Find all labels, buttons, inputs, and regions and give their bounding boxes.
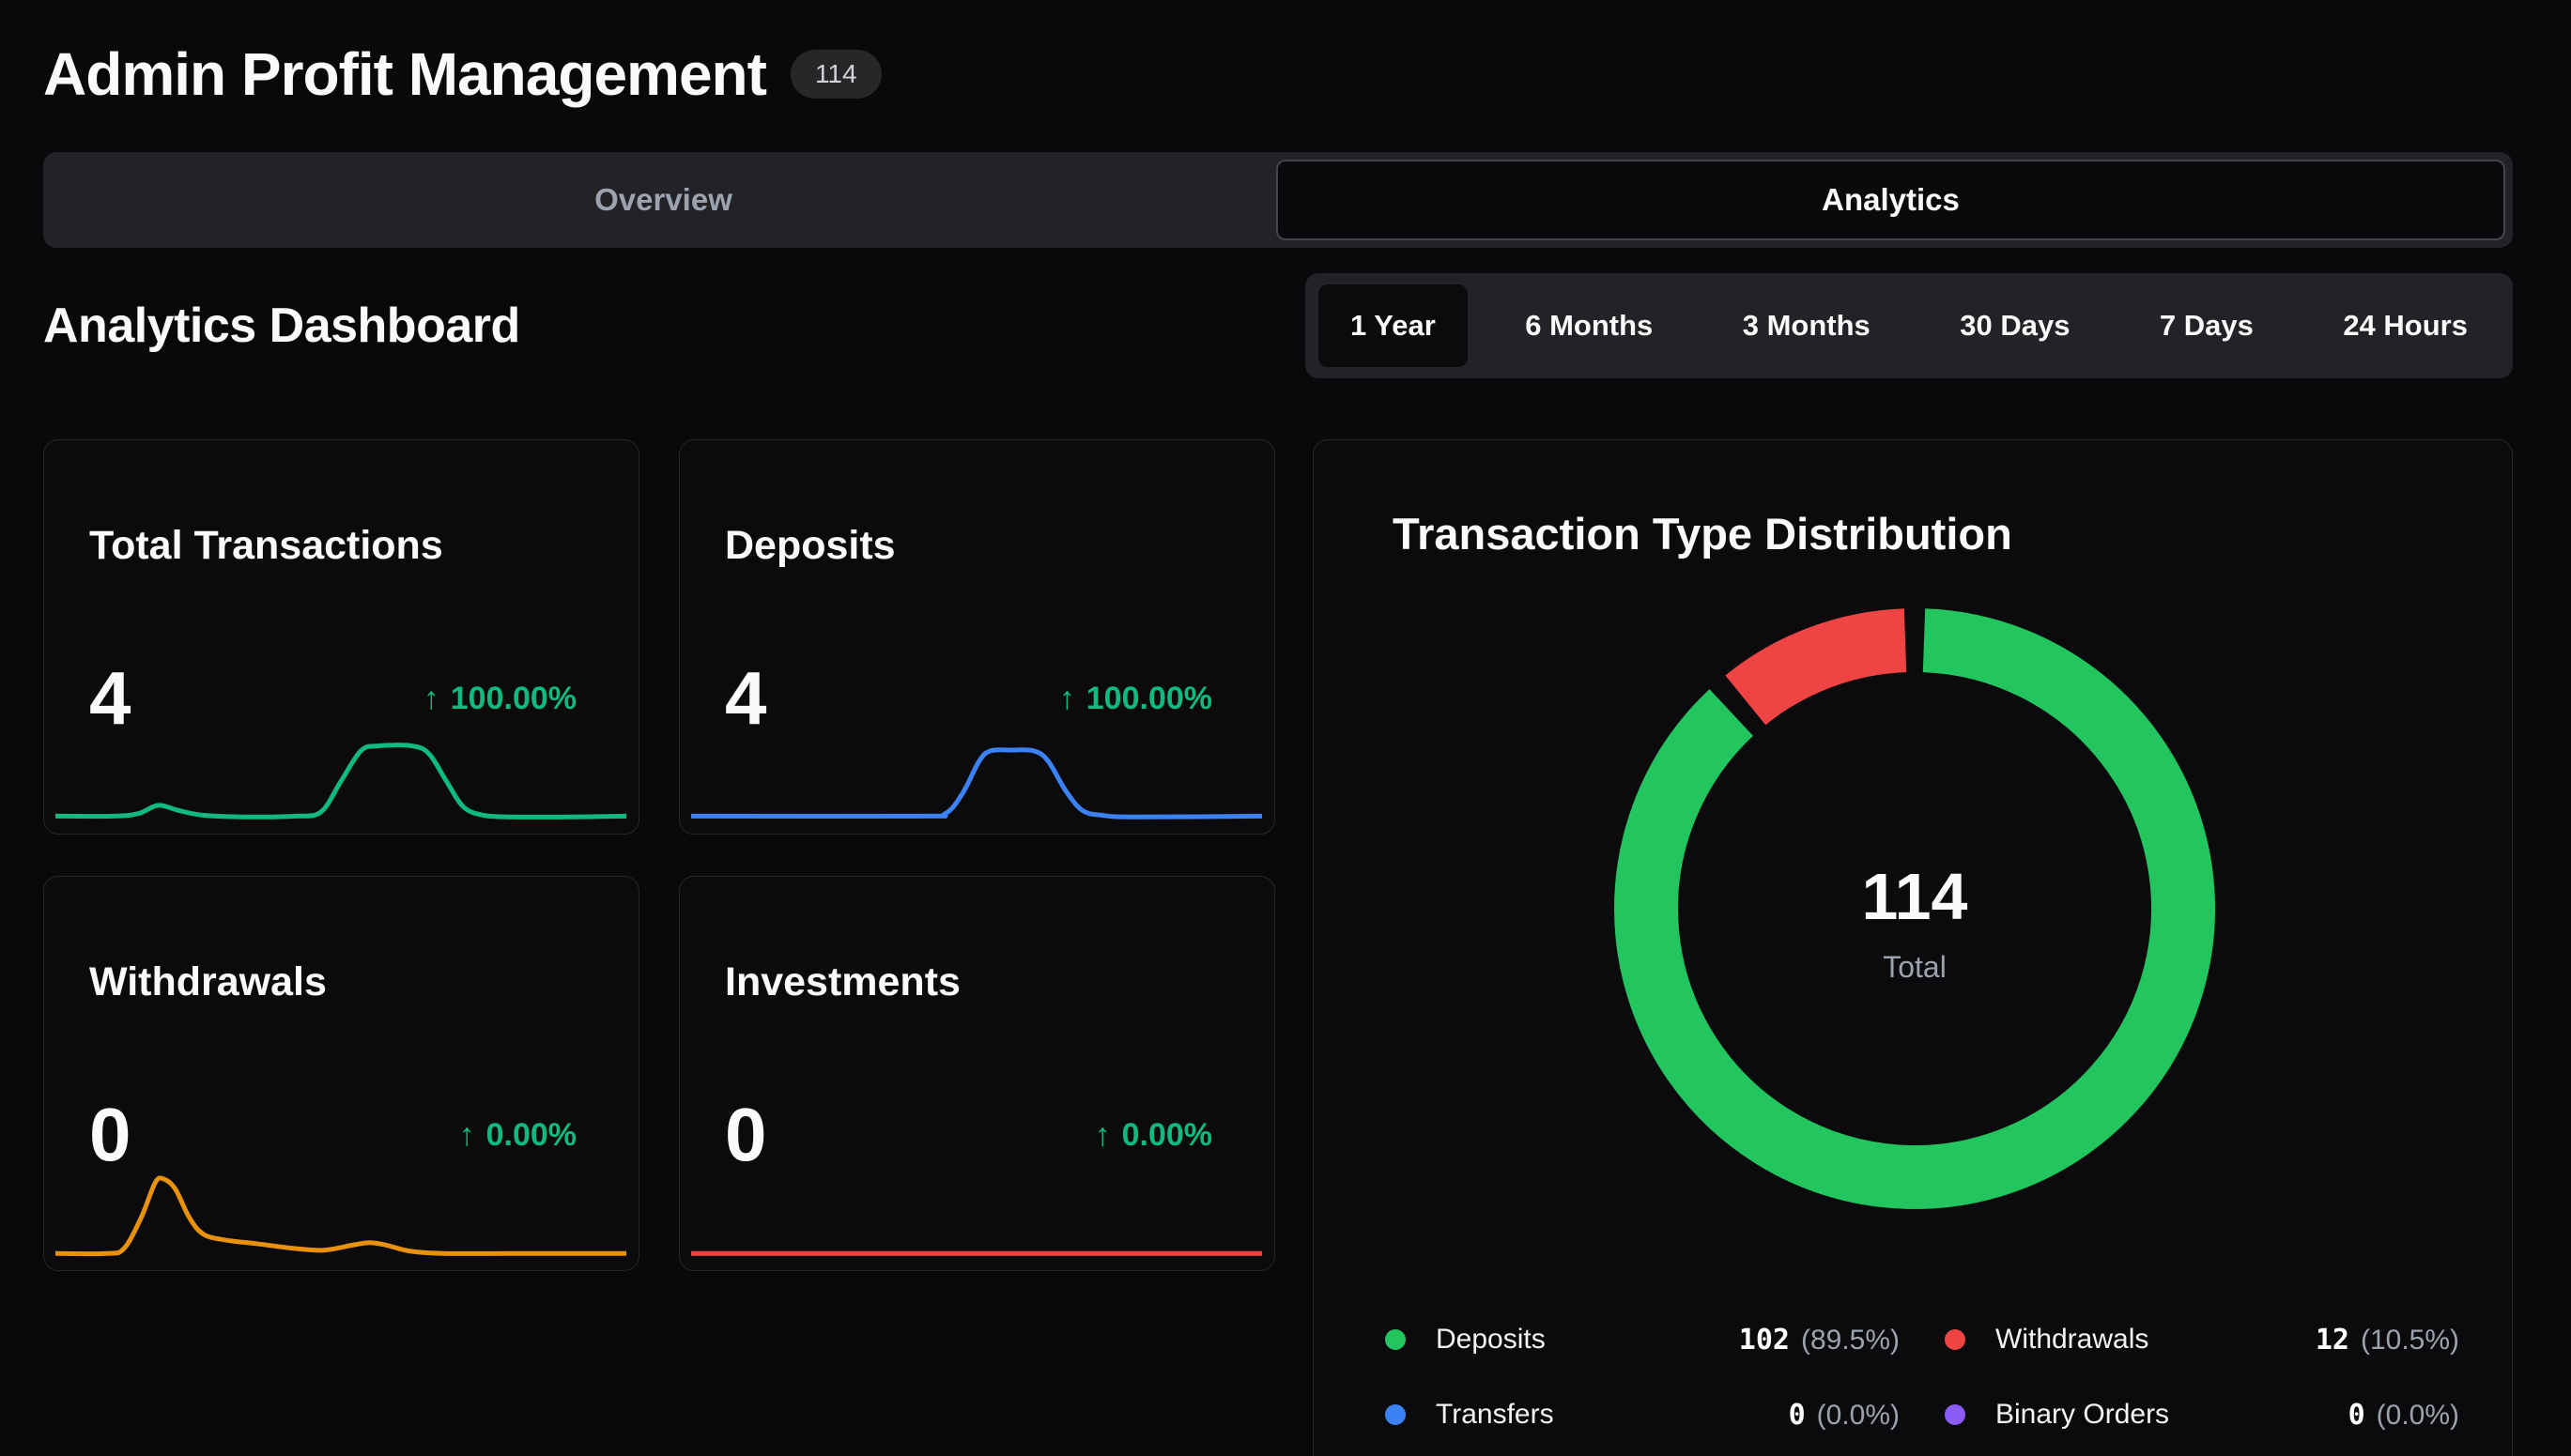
transfers-dot-icon bbox=[1385, 1404, 1406, 1425]
legend-value: 12 bbox=[2316, 1324, 2349, 1356]
legend-item-deposits[interactable]: Deposits 102 (89.5%) bbox=[1385, 1317, 1900, 1362]
card-withdrawals: Withdrawals 0 ↑ 0.00% bbox=[43, 876, 639, 1271]
sparkline-path bbox=[691, 750, 1262, 818]
sparkline-path bbox=[55, 1178, 626, 1254]
stat-title: Deposits bbox=[725, 523, 1229, 569]
stat-title: Total Transactions bbox=[89, 523, 593, 569]
stat-value: 4 bbox=[725, 661, 767, 736]
card-total-transactions: Total Transactions 4 ↑ 100.00% bbox=[43, 439, 639, 835]
donut-chart: 114 Total bbox=[1605, 599, 2225, 1218]
stat-value: 0 bbox=[725, 1097, 767, 1172]
sparkline-chart bbox=[55, 1167, 626, 1261]
stat-change: ↑ 0.00% bbox=[1095, 1117, 1212, 1154]
stat-cards-grid: Total Transactions 4 ↑ 100.00% Deposits … bbox=[43, 439, 1275, 1456]
transaction-distribution-card: Transaction Type Distribution 114 Total … bbox=[1313, 439, 2513, 1456]
donut-segment-withdrawals bbox=[1746, 640, 1905, 700]
binary-orders-dot-icon bbox=[1945, 1404, 1965, 1425]
range-3-months[interactable]: 3 Months bbox=[1711, 284, 1902, 367]
deposits-dot-icon bbox=[1385, 1329, 1406, 1350]
up-arrow-icon: ↑ bbox=[423, 681, 439, 717]
sparkline-path bbox=[55, 745, 626, 818]
donut-total-label: Total bbox=[1605, 950, 2225, 985]
stat-value: 0 bbox=[89, 1097, 131, 1172]
sparkline-chart bbox=[55, 730, 626, 824]
stat-change-pct: 0.00% bbox=[1122, 1117, 1212, 1154]
up-arrow-icon: ↑ bbox=[1059, 681, 1075, 717]
range-24-hours[interactable]: 24 Hours bbox=[2311, 284, 2500, 367]
section-heading: Analytics Dashboard bbox=[43, 298, 520, 354]
stat-value: 4 bbox=[89, 661, 131, 736]
stat-title: Withdrawals bbox=[89, 959, 593, 1005]
legend-pct: (10.5%) bbox=[2361, 1325, 2459, 1356]
controls-row: Analytics Dashboard 1 Year 6 Months 3 Mo… bbox=[43, 273, 2513, 378]
card-deposits: Deposits 4 ↑ 100.00% bbox=[679, 439, 1275, 835]
page-title: Admin Profit Management bbox=[43, 39, 766, 109]
stat-change-pct: 0.00% bbox=[486, 1117, 577, 1154]
legend-label: Transfers bbox=[1436, 1399, 1554, 1431]
legend-pct: (89.5%) bbox=[1801, 1325, 1900, 1356]
count-badge: 114 bbox=[791, 50, 882, 99]
stat-change: ↑ 100.00% bbox=[1059, 681, 1212, 717]
stat-change-pct: 100.00% bbox=[1086, 681, 1212, 717]
range-30-days[interactable]: 30 Days bbox=[1928, 284, 2101, 367]
tab-overview[interactable]: Overview bbox=[51, 160, 1276, 240]
range-7-days[interactable]: 7 Days bbox=[2128, 284, 2286, 367]
legend-pct: (0.0%) bbox=[1817, 1400, 1900, 1432]
stat-change-pct: 100.00% bbox=[451, 681, 577, 717]
stat-title: Investments bbox=[725, 959, 1229, 1005]
stat-change: ↑ 100.00% bbox=[423, 681, 577, 717]
up-arrow-icon: ↑ bbox=[1095, 1117, 1111, 1154]
chart-title: Transaction Type Distribution bbox=[1393, 508, 2012, 559]
page-header: Admin Profit Management 114 bbox=[43, 39, 2513, 109]
admin-profit-page: Admin Profit Management 114 Overview Ana… bbox=[0, 0, 2571, 1456]
legend-label: Binary Orders bbox=[1995, 1399, 2169, 1431]
legend-item-binary-orders[interactable]: Binary Orders 0 (0.0%) bbox=[1945, 1392, 2459, 1437]
sparkline-chart bbox=[691, 1167, 1262, 1261]
stat-change: ↑ 0.00% bbox=[459, 1117, 577, 1154]
withdrawals-dot-icon bbox=[1945, 1329, 1965, 1350]
legend-pct: (0.0%) bbox=[2377, 1400, 2459, 1432]
main-content: Total Transactions 4 ↑ 100.00% Deposits … bbox=[43, 439, 2513, 1456]
tab-analytics[interactable]: Analytics bbox=[1276, 160, 2505, 240]
range-1-year[interactable]: 1 Year bbox=[1318, 284, 1468, 367]
legend-item-transfers[interactable]: Transfers 0 (0.0%) bbox=[1385, 1392, 1900, 1437]
legend-value: 102 bbox=[1739, 1324, 1790, 1356]
donut-total-value: 114 bbox=[1605, 864, 2225, 929]
time-range-selector: 1 Year 6 Months 3 Months 30 Days 7 Days … bbox=[1305, 273, 2513, 378]
main-tabbar: Overview Analytics bbox=[43, 152, 2513, 248]
card-investments: Investments 0 ↑ 0.00% bbox=[679, 876, 1275, 1271]
range-6-months[interactable]: 6 Months bbox=[1493, 284, 1685, 367]
donut-center: 114 Total bbox=[1605, 864, 2225, 985]
chart-legend: Deposits 102 (89.5%) Withdrawals 12 (10.… bbox=[1385, 1317, 2459, 1437]
legend-label: Withdrawals bbox=[1995, 1324, 2148, 1356]
legend-value: 0 bbox=[1789, 1399, 1806, 1432]
legend-label: Deposits bbox=[1436, 1324, 1546, 1356]
up-arrow-icon: ↑ bbox=[459, 1117, 475, 1154]
legend-item-withdrawals[interactable]: Withdrawals 12 (10.5%) bbox=[1945, 1317, 2459, 1362]
sparkline-chart bbox=[691, 730, 1262, 824]
legend-value: 0 bbox=[2348, 1399, 2365, 1432]
